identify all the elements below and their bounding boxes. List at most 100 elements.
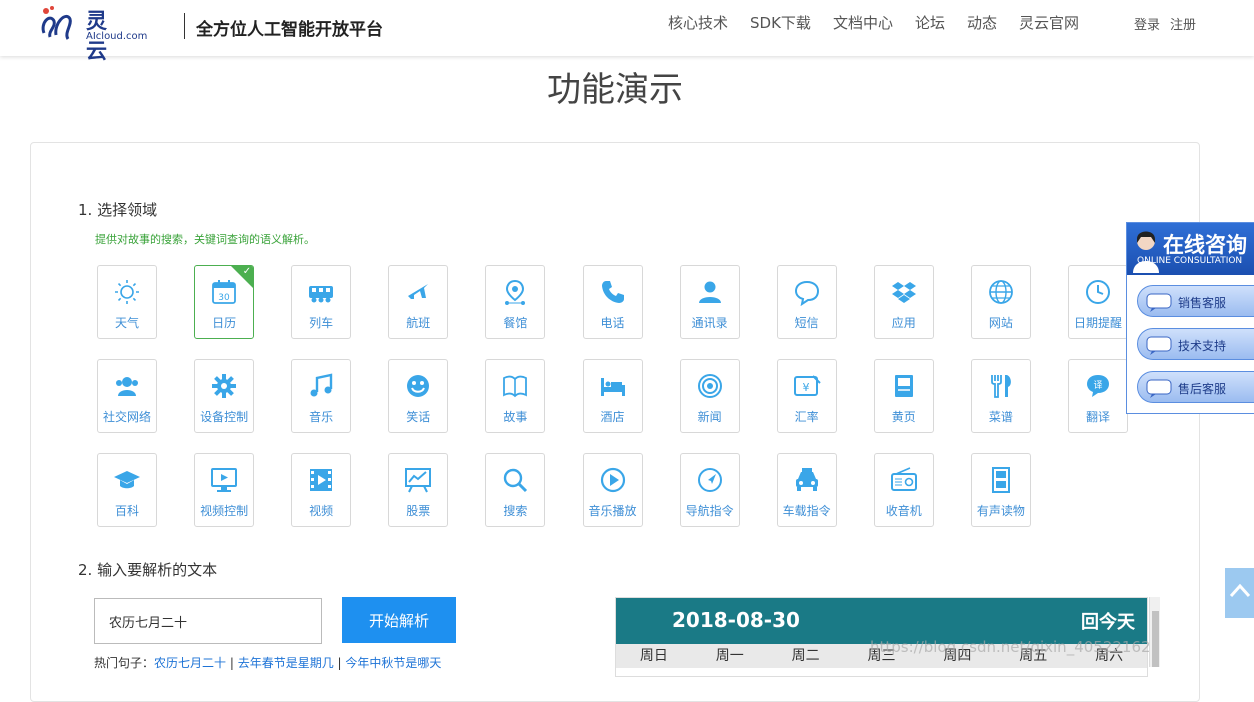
domain-tile[interactable]: 网站 (970, 265, 1031, 339)
tech-support-button[interactable]: 技术支持 (1137, 328, 1254, 360)
domain-tile-label: 日期提醒 (1073, 316, 1122, 330)
domain-hint: 提供对故事的搜索，关键词查询的语义解析。 (95, 233, 315, 246)
back-to-top-button[interactable] (1225, 568, 1254, 618)
back-to-today-button[interactable]: 回今天 (1081, 608, 1135, 634)
domain-tile-label: 天气 (114, 316, 139, 330)
app-box-icon (891, 282, 916, 303)
domain-tile[interactable]: 黄页 (873, 359, 934, 433)
domain-tile[interactable]: 菜谱 (970, 359, 1031, 433)
hot-sentence-link[interactable]: 今年中秋节是哪天 (345, 656, 441, 670)
clock-icon (1086, 280, 1110, 304)
calendar-scrollbar[interactable] (1149, 597, 1160, 667)
main-nav: 核心技术 SDK下载 文档中心 论坛 动态 灵云官网 (668, 12, 1101, 33)
svg-text:译: 译 (1093, 380, 1102, 391)
domain-tile-label: 列车 (309, 316, 334, 330)
nav-sdk-download[interactable]: SDK下载 (750, 12, 811, 33)
gear-icon (212, 374, 237, 398)
nav-news[interactable]: 动态 (967, 12, 997, 33)
domain-tile[interactable]: 音乐 (291, 359, 352, 433)
consult-header: 在线咨询 ONLINE CONSULTATION (1127, 223, 1254, 275)
login-link[interactable]: 登录 (1134, 14, 1160, 33)
sales-service-button[interactable]: 销售客服 (1137, 285, 1254, 317)
domain-tile-label: 导航指令 (685, 504, 734, 518)
domain-tile[interactable]: 视频控制 (194, 453, 255, 527)
domain-tile[interactable]: 译翻译 (1068, 359, 1128, 433)
domain-tile[interactable]: 通讯录 (679, 265, 740, 339)
domain-tile[interactable]: 设备控制 (194, 359, 255, 433)
weekday: 周二 (791, 648, 820, 664)
translate-icon: 译 (1087, 375, 1109, 397)
nav-official-site[interactable]: 灵云官网 (1019, 12, 1079, 33)
domain-tile-label: 车载指令 (782, 504, 831, 518)
logo-mark-icon (41, 6, 72, 40)
step2-title: 2. 输入要解析的文本 (78, 561, 218, 579)
domain-tile-label: 收音机 (885, 504, 922, 518)
nav-forum[interactable]: 论坛 (915, 12, 945, 33)
domain-tile[interactable]: 股票 (388, 453, 449, 527)
domain-tile-label: 音乐 (309, 410, 334, 424)
parse-text-input[interactable] (94, 598, 322, 644)
domain-tile-label: 视频控制 (200, 504, 249, 518)
domain-tile[interactable]: 搜索 (485, 453, 546, 527)
nav-core-tech[interactable]: 核心技术 (668, 12, 728, 33)
online-consult-panel: 在线咨询 ONLINE CONSULTATION 销售客服 技术支持 售后客服 (1126, 222, 1254, 414)
chat-icon (1146, 336, 1172, 355)
chat-icon (1146, 379, 1172, 398)
domain-tile[interactable]: 应用 (873, 265, 934, 339)
domain-tile[interactable]: 电话 (582, 265, 643, 339)
domain-tile[interactable]: 短信 (776, 265, 837, 339)
watermark: https://blog.csdn.net/qixin_40522162 (870, 638, 1151, 656)
currency-icon: ¥ (793, 375, 821, 396)
domain-tile[interactable]: 天气 (97, 265, 157, 339)
nav-docs[interactable]: 文档中心 (833, 12, 893, 33)
domain-tile[interactable]: 收音机 (873, 453, 934, 527)
calendar-date: 2018-08-30 (672, 608, 800, 632)
domain-tile-label: 餐馆 (503, 316, 528, 330)
logo[interactable]: 灵云 AIcloud.com 全方位人工智能开放平台 (36, 3, 383, 63)
monitor-play-icon (211, 468, 238, 492)
users-icon (116, 377, 138, 396)
radio-icon (890, 467, 917, 491)
domain-tile[interactable]: 笑话 (388, 359, 449, 433)
logo-domain: AIcloud.com (86, 31, 148, 42)
domain-tile-label: 搜索 (503, 504, 528, 518)
message-icon (794, 280, 819, 306)
domain-tile[interactable]: 餐馆 (485, 265, 546, 339)
domain-tile-label: 日历 (212, 316, 237, 330)
auth-links: 登录 注册 (1134, 14, 1196, 33)
register-link[interactable]: 注册 (1170, 14, 1196, 33)
map-pin-icon (505, 279, 526, 305)
after-sales-button[interactable]: 售后客服 (1137, 371, 1254, 403)
domain-tile[interactable]: 社交网络 (97, 359, 157, 433)
domain-tile[interactable]: 百科 (97, 453, 157, 527)
domain-tile-label: 股票 (406, 504, 431, 518)
domain-tile[interactable]: 视频 (291, 453, 352, 527)
start-parse-button[interactable]: 开始解析 (342, 597, 456, 643)
domain-tile[interactable]: ¥ 汇率 (776, 359, 837, 433)
smile-icon (407, 375, 430, 397)
domain-tile-label: 网站 (988, 316, 1013, 330)
hot-sentences: 热门句子：农历七月二十 | 去年春节是星期几 | 今年中秋节是哪天 (94, 656, 442, 670)
domain-tile[interactable]: 日期提醒 (1068, 265, 1128, 339)
domain-tile[interactable]: 导航指令 (679, 453, 740, 527)
film-strip-icon (991, 467, 1010, 493)
domain-tile[interactable]: 车载指令 (776, 453, 837, 527)
domain-tile[interactable]: 新闻 (679, 359, 740, 433)
domain-tile-label: 新闻 (697, 410, 722, 424)
domain-tile[interactable]: 航班 (388, 265, 449, 339)
hot-sentence-link[interactable]: 去年春节是星期几 (238, 656, 334, 670)
step1-title: 1. 选择领域 (78, 201, 158, 219)
top-header: 灵云 AIcloud.com 全方位人工智能开放平台 核心技术 SDK下载 文档… (0, 0, 1254, 63)
consult-button-label: 技术支持 (1178, 339, 1227, 353)
domain-tile[interactable]: 故事 (485, 359, 546, 433)
domain-tile[interactable]: 30 日历 ✓ (194, 265, 255, 339)
domain-tile[interactable]: 有声读物 (970, 453, 1031, 527)
domain-tile[interactable]: 列车 (291, 265, 352, 339)
hot-sentence-link[interactable]: 农历七月二十 (154, 656, 226, 670)
globe-icon (988, 280, 1013, 304)
consult-subtitle: ONLINE CONSULTATION (1137, 256, 1243, 266)
domain-tile-label: 翻译 (1085, 410, 1110, 424)
domain-tile[interactable]: 酒店 (582, 359, 643, 433)
domain-tile[interactable]: 音乐播放 (582, 453, 643, 527)
domain-tile-label: 黄页 (891, 410, 916, 424)
